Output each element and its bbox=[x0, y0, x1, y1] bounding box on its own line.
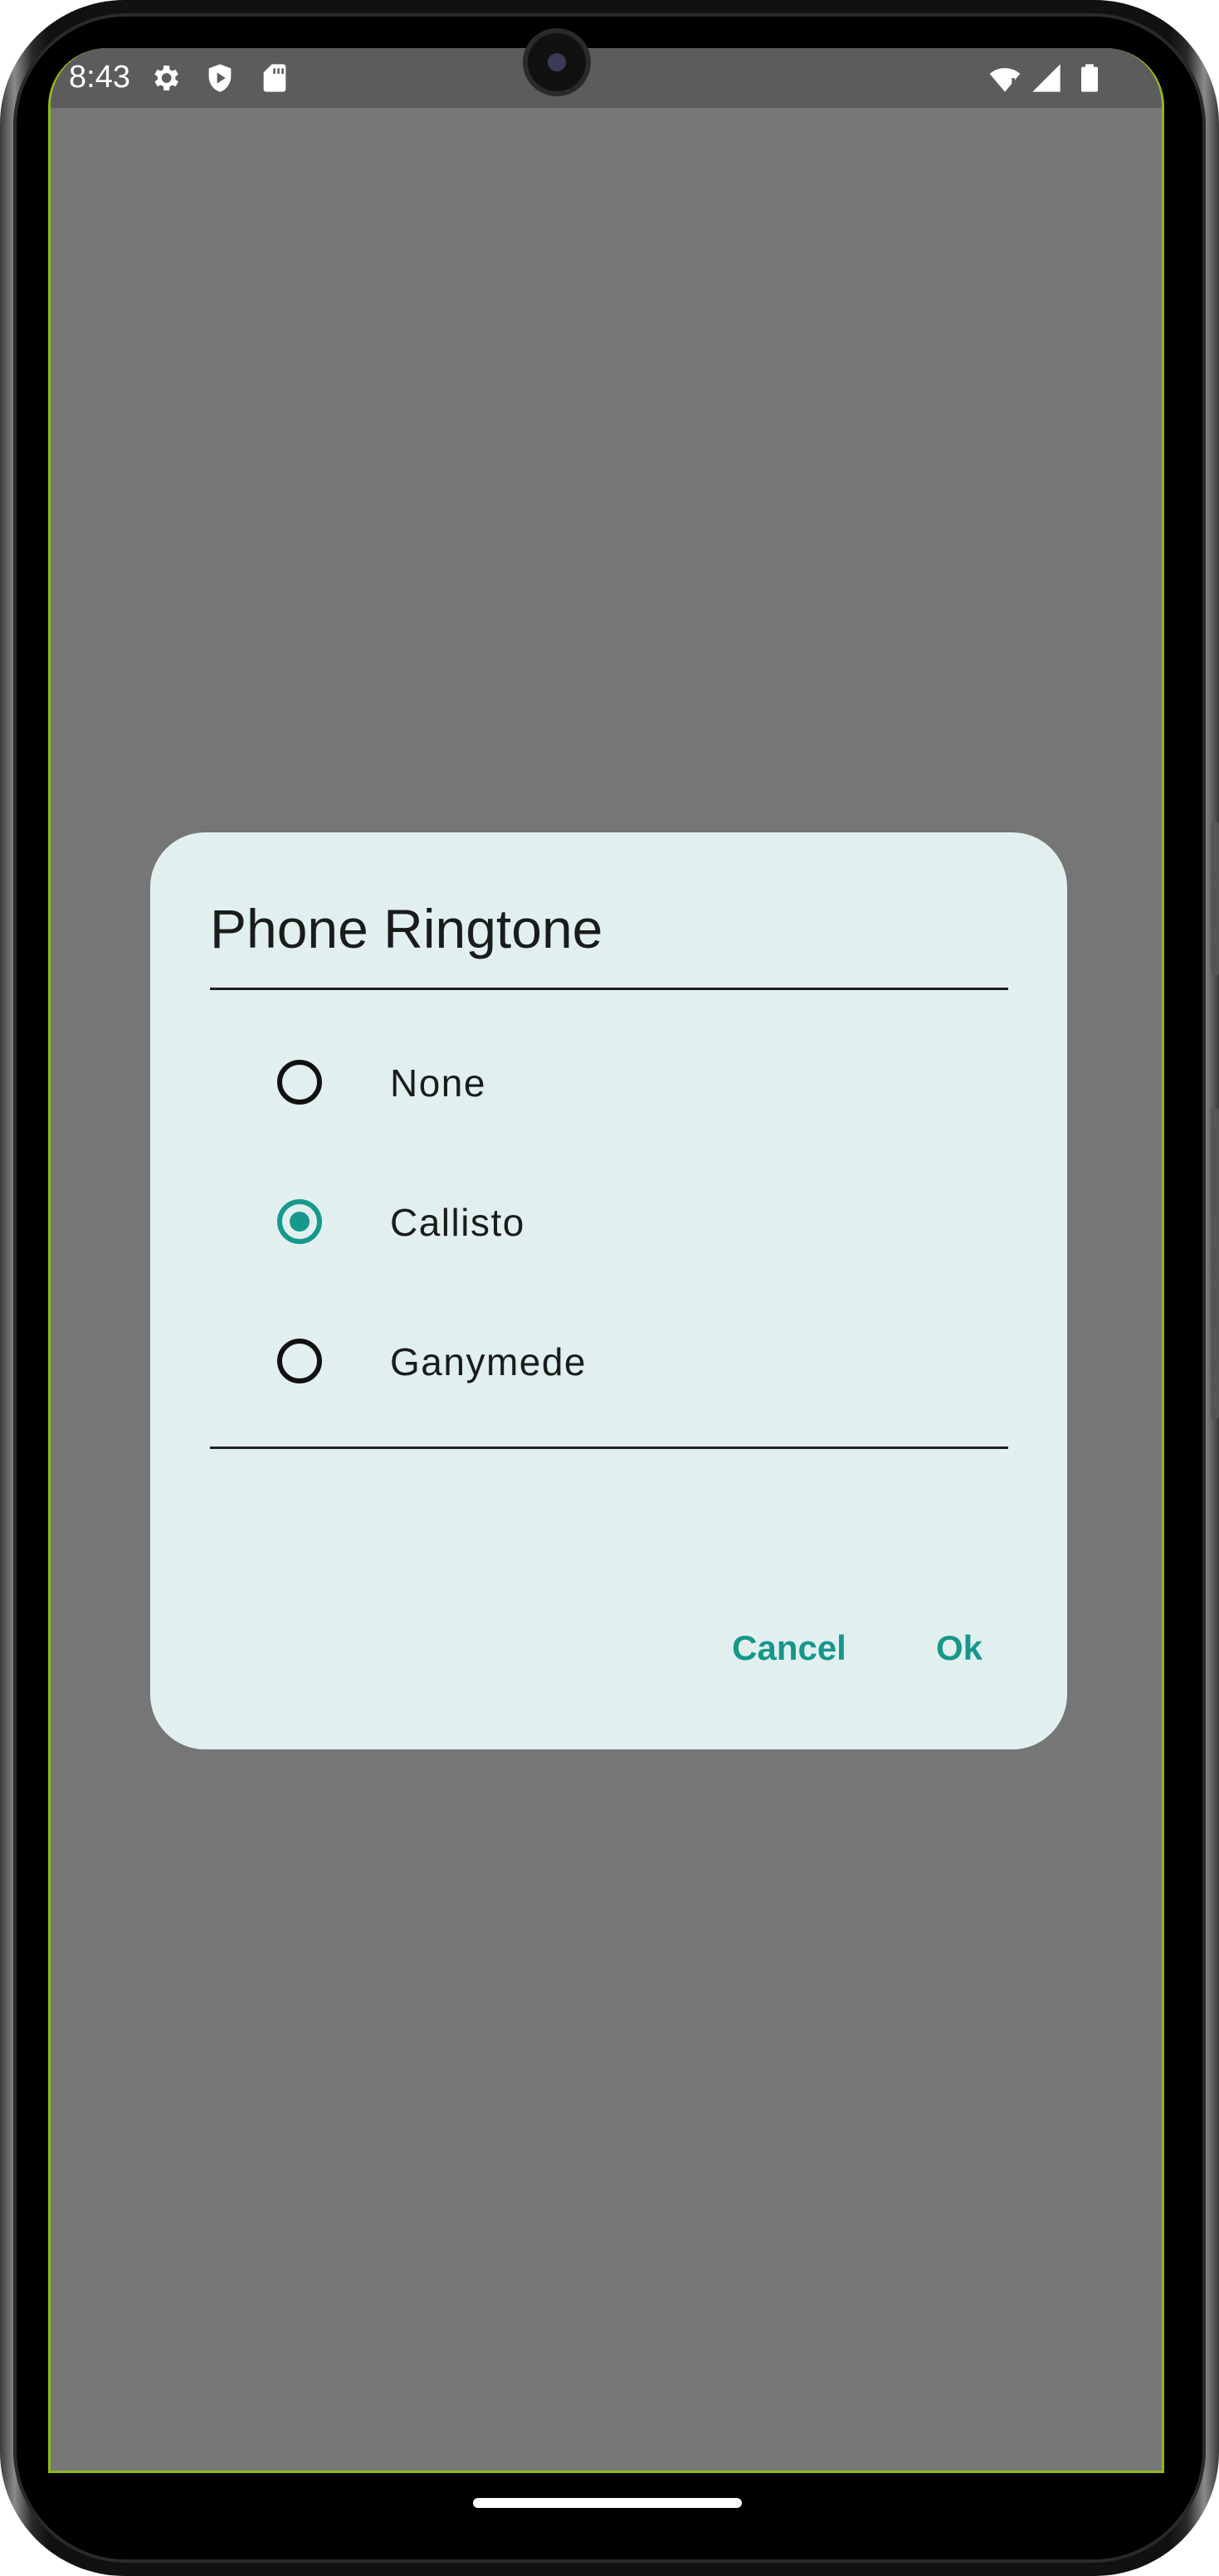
radio-button-selected[interactable] bbox=[277, 1199, 322, 1244]
cancel-button[interactable]: Cancel bbox=[698, 1611, 880, 1686]
ringtone-option-none[interactable]: None bbox=[210, 1015, 1008, 1148]
battery-icon bbox=[1073, 61, 1106, 95]
radio-button[interactable] bbox=[277, 1339, 322, 1383]
option-label: None bbox=[390, 1061, 486, 1105]
status-time: 8:43 bbox=[69, 60, 130, 95]
wifi-alert-icon bbox=[988, 61, 1022, 95]
front-camera bbox=[523, 28, 591, 96]
ringtone-dialog: Phone Ringtone None Callisto Ganymede Ca… bbox=[150, 832, 1067, 1749]
divider bbox=[210, 1447, 1008, 1449]
radio-button[interactable] bbox=[277, 1060, 322, 1105]
status-bar: 8:43 bbox=[51, 48, 1162, 108]
option-label: Ganymede bbox=[390, 1340, 588, 1383]
sd-card-icon bbox=[258, 61, 291, 95]
option-label: Callisto bbox=[390, 1201, 525, 1244]
ringtone-option-ganymede[interactable]: Ganymede bbox=[210, 1294, 1008, 1427]
cell-signal-icon bbox=[1030, 61, 1063, 95]
divider bbox=[210, 988, 1008, 990]
gear-icon bbox=[149, 61, 182, 95]
screen: 8:43 Phone Ringtone None Callisto Ganyme… bbox=[48, 48, 1164, 2473]
power-button bbox=[1211, 1108, 1219, 1419]
volume-button bbox=[1211, 822, 1219, 975]
shield-play-icon bbox=[203, 61, 236, 95]
dialog-title: Phone Ringtone bbox=[210, 898, 603, 959]
home-gesture-bar[interactable] bbox=[473, 2498, 742, 2508]
phone-frame: 8:43 Phone Ringtone None Callisto Ganyme… bbox=[0, 0, 1219, 2576]
ringtone-option-callisto[interactable]: Callisto bbox=[210, 1154, 1008, 1287]
ok-button[interactable]: Ok bbox=[901, 1611, 1017, 1686]
